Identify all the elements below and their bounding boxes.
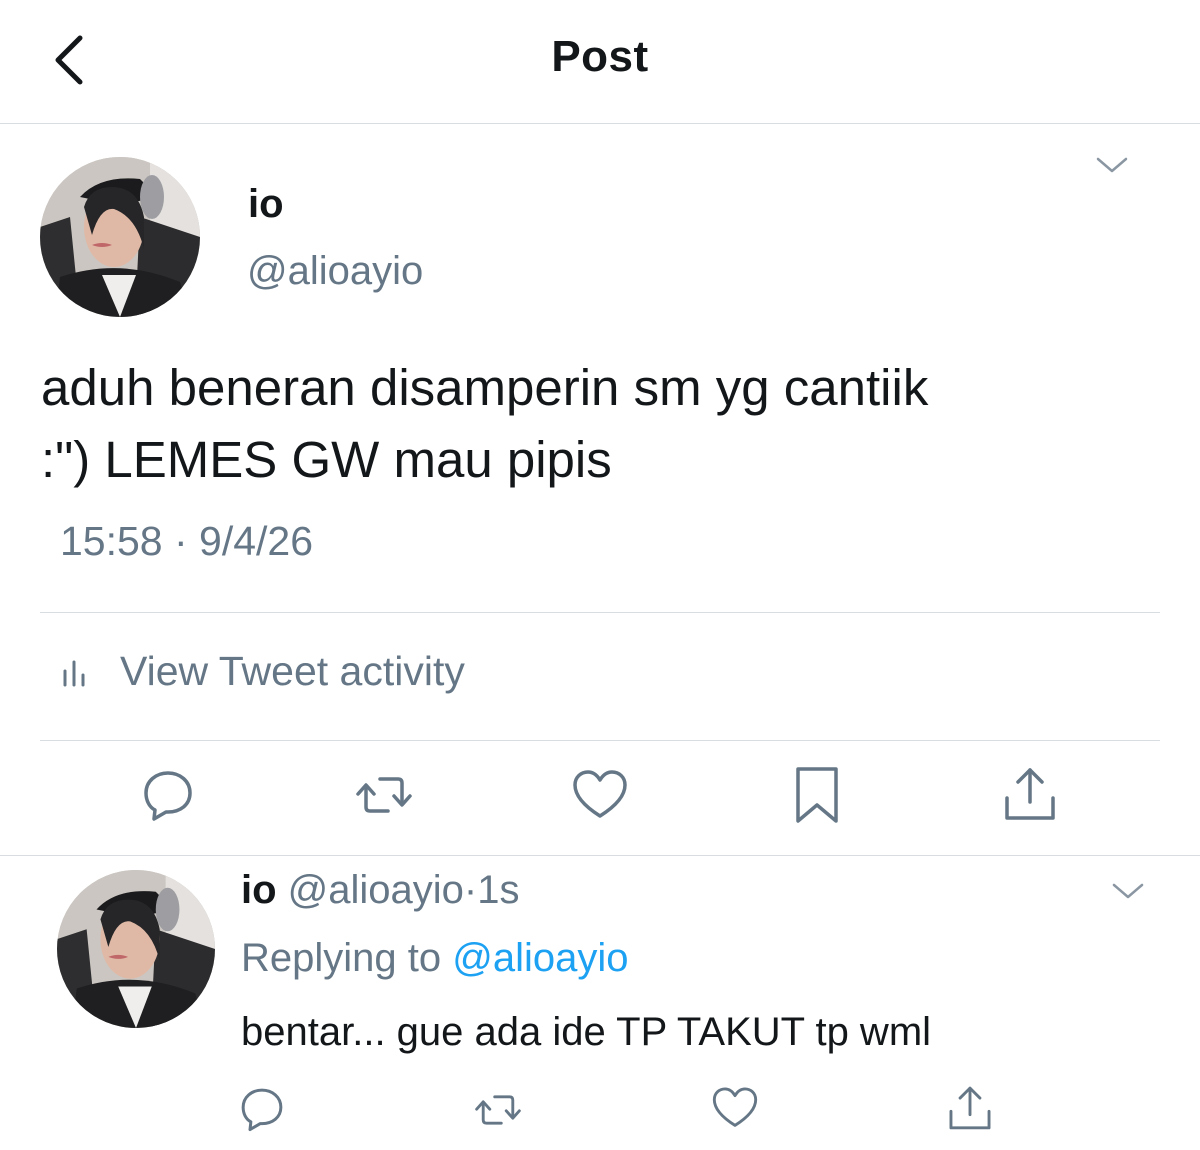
reply-share-button[interactable] bbox=[945, 1082, 995, 1134]
avatar-photo bbox=[40, 157, 200, 317]
retweet-icon bbox=[475, 1095, 521, 1125]
like-button[interactable] bbox=[570, 767, 630, 823]
reply-like-button[interactable] bbox=[710, 1084, 760, 1132]
share-icon bbox=[1005, 768, 1055, 820]
author-name[interactable]: io bbox=[248, 182, 284, 227]
tweet-options-button[interactable] bbox=[1090, 150, 1134, 180]
reply-options-button[interactable] bbox=[1106, 876, 1150, 906]
replying-to-label: Replying to bbox=[241, 936, 442, 980]
reply-icon bbox=[144, 771, 192, 821]
replying-to-mention[interactable]: @alioayio bbox=[452, 936, 628, 980]
reply-header: io @alioayio·1s bbox=[241, 868, 520, 913]
share-icon bbox=[949, 1086, 991, 1130]
reply-text: bentar... gue ada ide TP TAKUT tp wml bbox=[241, 1010, 932, 1054]
author-handle[interactable]: @alioayio bbox=[247, 249, 423, 294]
retweet-button[interactable] bbox=[352, 767, 416, 823]
divider bbox=[0, 855, 1200, 856]
tweet-timestamp[interactable]: 15:58 · 9/4/26 bbox=[60, 518, 313, 565]
reply-reply-button[interactable] bbox=[237, 1085, 287, 1133]
reply-retweet-button[interactable] bbox=[470, 1086, 526, 1134]
header-bar: Post bbox=[0, 0, 1200, 124]
reply-time: ·1s bbox=[463, 868, 520, 912]
chevron-down-icon bbox=[1112, 883, 1144, 899]
divider bbox=[40, 740, 1160, 741]
replying-to-line: Replying to @alioayio bbox=[241, 936, 629, 981]
reply-icon bbox=[241, 1088, 283, 1132]
bookmark-icon bbox=[796, 767, 838, 823]
divider bbox=[40, 612, 1160, 613]
tweet-text-line: :") LEMES GW mau pipis bbox=[41, 431, 612, 488]
avatar-photo bbox=[57, 870, 215, 1028]
share-button[interactable] bbox=[1000, 764, 1060, 824]
tweet-text: aduh beneran disamperin sm yg cantiik :"… bbox=[41, 352, 1171, 496]
reply-author-avatar[interactable] bbox=[57, 870, 215, 1028]
author-avatar[interactable] bbox=[40, 157, 200, 317]
bookmark-button[interactable] bbox=[790, 764, 844, 826]
retweet-icon bbox=[356, 777, 412, 813]
tweet-text-line: aduh beneran disamperin sm yg cantiik bbox=[41, 359, 929, 416]
view-activity-link[interactable]: View Tweet activity bbox=[60, 648, 465, 695]
reply-author-handle[interactable]: @alioayio bbox=[288, 868, 464, 912]
analytics-icon bbox=[63, 660, 85, 686]
like-icon bbox=[573, 770, 627, 818]
reply-author-name[interactable]: io bbox=[241, 868, 277, 912]
like-icon bbox=[712, 1087, 758, 1127]
page-title: Post bbox=[551, 32, 649, 81]
reply-button[interactable] bbox=[138, 767, 198, 823]
chevron-down-icon bbox=[1096, 157, 1128, 173]
activity-label: View Tweet activity bbox=[120, 648, 465, 694]
